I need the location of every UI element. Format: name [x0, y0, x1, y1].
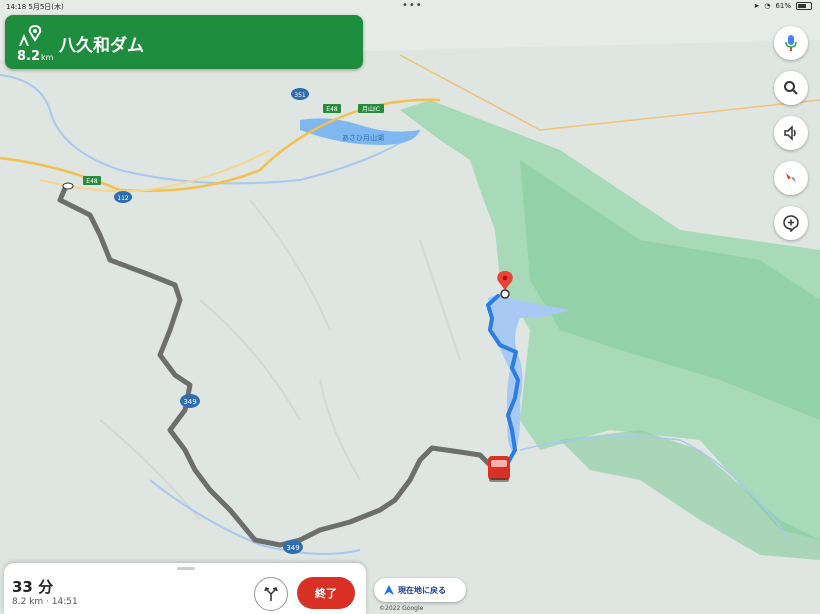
location-arrow-icon: ➤ — [753, 2, 760, 10]
speaker-icon — [784, 125, 796, 141]
fork-routes-icon — [264, 587, 278, 601]
svg-text:349: 349 — [286, 544, 299, 552]
interchange-label: 月山IC — [358, 104, 384, 113]
microphone-icon — [785, 35, 797, 51]
trip-details: 8.2 km · 14:51 — [12, 597, 78, 607]
svg-text:112: 112 — [117, 195, 129, 202]
status-bar: 14:18 5月5日(木) ••• ➤ ◔ 61% — [0, 0, 820, 12]
expressway-shield-b: E48 — [323, 104, 341, 113]
destination-name: 八久和ダム — [59, 36, 144, 56]
start-marker — [62, 182, 74, 190]
recenter-button[interactable]: 現在地に戻る — [374, 578, 466, 602]
compass-button[interactable] — [774, 161, 808, 195]
distance-value: 8.2 — [17, 49, 41, 64]
compass-icon — [786, 173, 796, 183]
navigation-banner[interactable]: 8.2km 八久和ダム — [5, 15, 363, 69]
sound-button[interactable] — [774, 116, 808, 150]
road-shield-349-b: 349 — [283, 540, 303, 554]
search-button[interactable] — [774, 71, 808, 105]
voice-search-button[interactable] — [774, 26, 808, 60]
distance-remaining: 8.2km — [17, 49, 53, 64]
search-icon — [784, 81, 798, 95]
destination-road-icon — [19, 24, 42, 46]
battery-icon — [796, 2, 812, 10]
expressway-shield-a: E48 — [83, 176, 101, 185]
road-shield-351: 351 — [291, 88, 309, 100]
navigation-arrow-icon — [384, 585, 394, 595]
trip-bottom-sheet[interactable]: 33 分 8.2 km · 14:51 終了 — [4, 563, 366, 614]
distance-unit: km — [41, 53, 54, 62]
map[interactable]: 349 349 112 351 E48 E48 月山IC あさひ月山湖 — [0, 0, 820, 614]
svg-text:月山IC: 月山IC — [362, 105, 380, 113]
sheet-handle[interactable] — [177, 567, 195, 570]
recenter-label: 現在地に戻る — [398, 585, 446, 595]
eta-duration: 33 分 — [12, 578, 54, 596]
report-icon — [783, 215, 799, 232]
report-button[interactable] — [774, 206, 808, 240]
svg-text:349: 349 — [183, 398, 196, 406]
svg-text:351: 351 — [294, 92, 306, 99]
battery-percent: 61% — [775, 2, 791, 10]
status-time: 14:18 5月5日(木) — [6, 3, 64, 11]
road-shield-349-a: 349 — [180, 394, 200, 408]
lake-label: あさひ月山湖 — [342, 133, 384, 142]
multitask-dots[interactable]: ••• — [402, 0, 423, 11]
map-copyright: ©2022 Google — [379, 605, 424, 612]
road-shield-112: 112 — [114, 191, 132, 203]
status-indicators: ➤ ◔ 61% — [753, 2, 812, 10]
car-icon — [488, 456, 510, 482]
end-navigation-button[interactable]: 終了 — [297, 577, 355, 609]
wifi-icon: ◔ — [764, 2, 771, 10]
alternate-routes-button[interactable] — [254, 577, 288, 611]
svg-text:E48: E48 — [326, 106, 338, 113]
svg-text:E48: E48 — [86, 178, 98, 185]
